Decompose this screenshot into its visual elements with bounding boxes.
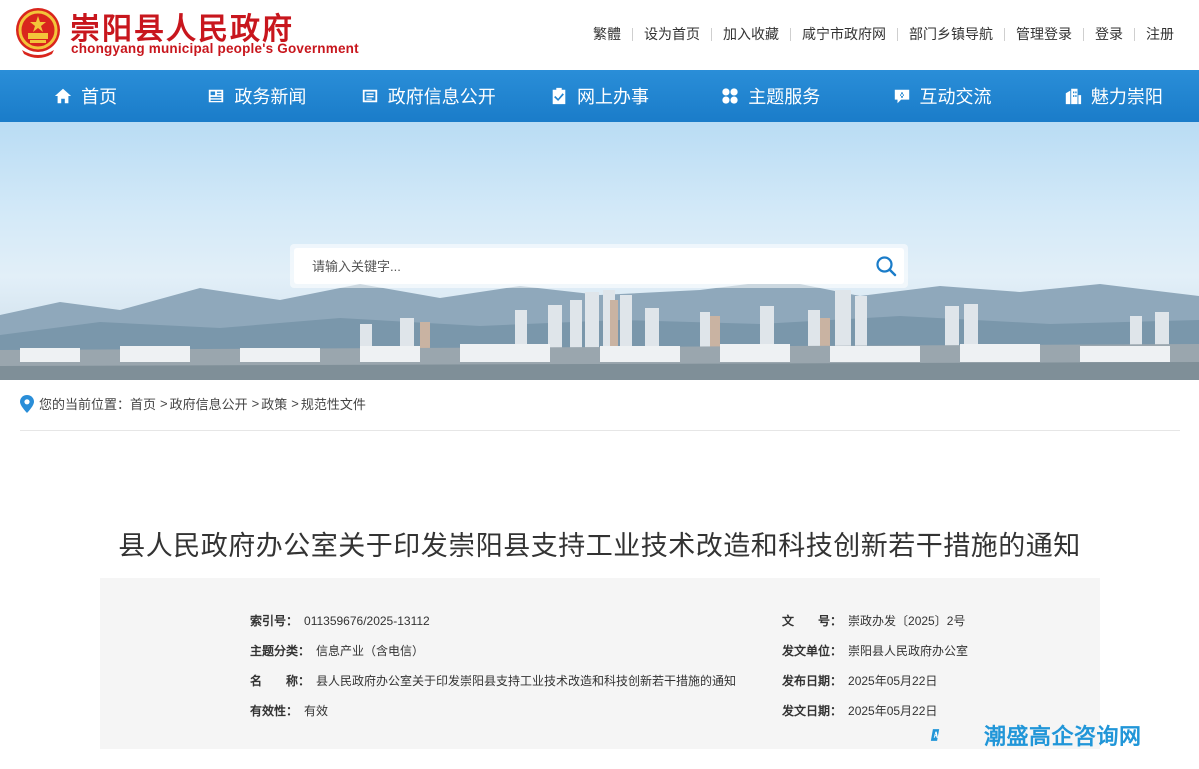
city-banner (0, 122, 1199, 380)
link-add-favorite[interactable]: 加入收藏 (712, 24, 790, 44)
nav-label: 政府信息公开 (387, 87, 496, 107)
nav-interaction[interactable]: 互动交流 (856, 70, 1027, 122)
nav-online-services[interactable]: 网上办事 (514, 70, 685, 122)
news-icon (209, 89, 224, 103)
building-icon (1065, 88, 1081, 105)
link-xianning-gov[interactable]: 咸宁市政府网 (791, 24, 897, 44)
nav-theme-services[interactable]: 主题服务 (685, 70, 856, 122)
breadcrumb-prefix: 您的当前位置： (39, 397, 131, 412)
nav-label: 首页 (81, 87, 118, 107)
meta-category: 主题分类： 信息产业（含电信） (250, 644, 425, 658)
divider (20, 430, 1180, 431)
watermark-text: 潮盛高企咨询网 (984, 724, 1142, 750)
link-login[interactable]: 登录 (1084, 24, 1134, 44)
nav-label: 网上办事 (576, 87, 649, 107)
search-input[interactable] (294, 248, 854, 284)
link-admin-login[interactable]: 管理登录 (1005, 24, 1083, 44)
clipboard-check-icon (552, 87, 566, 105)
link-register[interactable]: 注册 (1135, 24, 1185, 44)
meta-doc-number: 文 号： 崇政办发〔2025〕2号 (782, 614, 966, 628)
breadcrumb: 您的当前位置： 首页 > 政府信息公开 > 政策 > 规范性文件 (20, 394, 366, 413)
nav-gov-info[interactable]: 政府信息公开 (343, 70, 514, 122)
link-set-homepage[interactable]: 设为首页 (633, 24, 711, 44)
meta-index-no: 索引号： 011359676/2025-13112 (250, 614, 430, 628)
link-department-nav[interactable]: 部门乡镇导航 (898, 24, 1004, 44)
search-box (294, 248, 904, 284)
meta-name: 名 称： 县人民政府办公室关于印发崇阳县支持工业技术改造和科技创新若干措施的通知 (250, 674, 737, 688)
list-icon (362, 89, 377, 103)
main-nav: 首页 政务新闻 政府信息公开 网上办事 主题服务 互动交流 魅力崇阳 (0, 70, 1199, 122)
watermark-logo-icon (930, 729, 940, 741)
nav-news[interactable]: 政务新闻 (171, 70, 342, 122)
chat-icon (894, 89, 909, 104)
breadcrumb-normative-docs[interactable]: 规范性文件 (301, 394, 366, 413)
national-emblem-icon (16, 8, 60, 58)
breadcrumb-gov-info[interactable]: 政府信息公开 (170, 394, 248, 413)
search-bar (290, 244, 908, 288)
meta-publish-date: 发布日期： 2025年05月22日 (782, 674, 938, 688)
breadcrumb-home[interactable]: 首页 (130, 394, 156, 413)
location-pin-icon (20, 394, 34, 413)
nav-label: 互动交流 (919, 87, 992, 107)
top-links: 繁體 设为首页 加入收藏 咸宁市政府网 部门乡镇导航 管理登录 登录 注册 (582, 24, 1185, 44)
grid-icon (722, 88, 738, 104)
search-icon[interactable] (874, 254, 898, 278)
nav-label: 政务新闻 (234, 87, 307, 107)
nav-charm-chongyang[interactable]: 魅力崇阳 (1028, 70, 1199, 122)
home-icon (55, 88, 72, 104)
meta-issuer: 发文单位： 崇阳县人民政府办公室 (782, 644, 969, 658)
meta-validity: 有效性： 有效 (250, 704, 329, 718)
site-subtitle: chongyang municipal people's Government (71, 41, 359, 56)
nav-label: 主题服务 (748, 87, 821, 107)
nav-label: 魅力崇阳 (1090, 87, 1163, 107)
header: 崇阳县人民政府 chongyang municipal people's Gov… (0, 0, 1199, 70)
link-traditional[interactable]: 繁體 (582, 24, 632, 44)
nav-home[interactable]: 首页 (0, 70, 171, 122)
meta-issue-date: 发文日期： 2025年05月22日 (782, 704, 938, 718)
page-title: 县人民政府办公室关于印发崇阳县支持工业技术改造和科技创新若干措施的通知 (118, 531, 1081, 561)
breadcrumb-policy[interactable]: 政策 (261, 394, 287, 413)
